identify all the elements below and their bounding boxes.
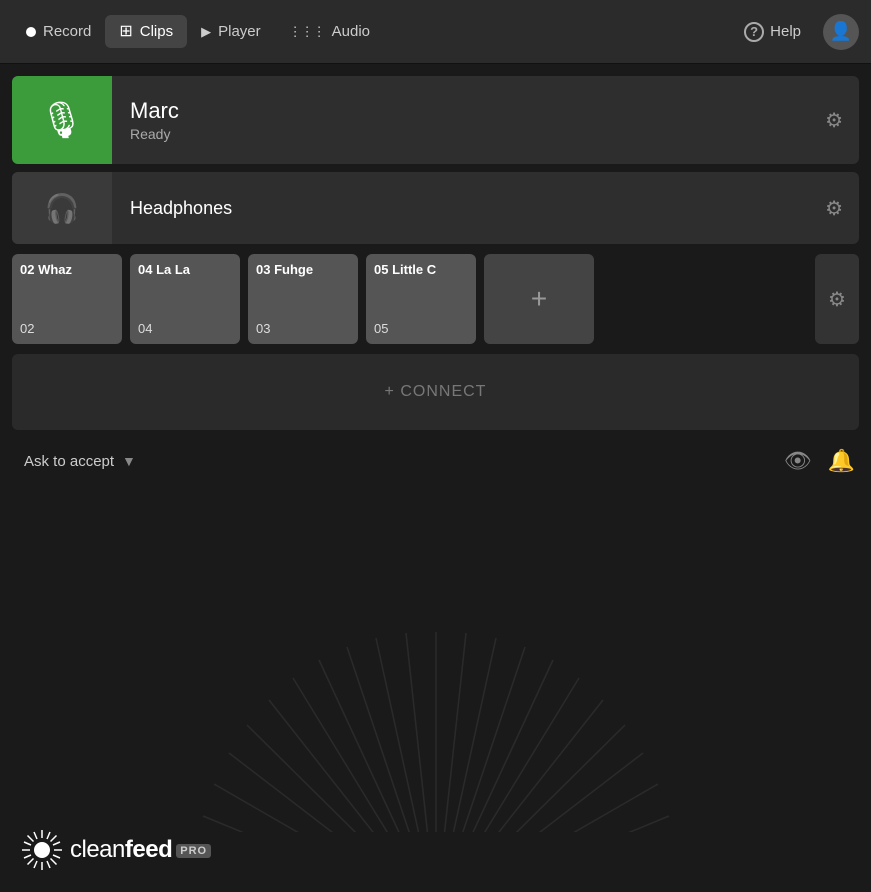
player-play-icon: ▶ bbox=[201, 24, 211, 40]
clip-title-2: 04 La La bbox=[138, 262, 232, 277]
nav-right: ? Help 👤 bbox=[730, 14, 859, 50]
help-button[interactable]: ? Help bbox=[730, 14, 815, 50]
help-circle-icon: ? bbox=[744, 22, 764, 42]
clip-sub-3: 03 bbox=[256, 321, 350, 336]
microphone-icon: 🎙 bbox=[39, 99, 85, 141]
footer-logo: cleanfeed PRO bbox=[20, 828, 211, 872]
ask-to-accept-dropdown[interactable]: Ask to accept ▼ bbox=[16, 449, 144, 474]
clips-grid-icon: ⊞ bbox=[119, 24, 132, 40]
connect-label: + CONNECT bbox=[385, 383, 487, 401]
nav-clips[interactable]: ⊞ Clips bbox=[105, 15, 187, 48]
mic-name: Marc bbox=[130, 98, 825, 124]
headphones-icon: 🎧 bbox=[45, 192, 80, 225]
nav-record[interactable]: Record bbox=[12, 15, 105, 48]
dropdown-chevron-icon: ▼ bbox=[122, 453, 136, 469]
record-dot-icon bbox=[26, 27, 36, 37]
mic-info: Marc Ready bbox=[112, 98, 825, 142]
logo-text: cleanfeed PRO bbox=[70, 836, 211, 864]
clip-sub-1: 02 bbox=[20, 321, 114, 336]
clip-card-3[interactable]: 03 Fuhge 03 bbox=[248, 254, 358, 344]
background-sunburst bbox=[0, 572, 871, 832]
headphones-section: 🎧 Headphones ⚙ bbox=[12, 172, 859, 244]
mic-settings-gear-icon[interactable]: ⚙ bbox=[825, 108, 843, 133]
top-nav: Record ⊞ Clips ▶ Player ⋮⋮⋮ Audio ? Help… bbox=[0, 0, 871, 64]
clips-settings-gear-icon[interactable]: ⚙ bbox=[815, 254, 859, 344]
logo-feed: feed bbox=[125, 836, 172, 863]
logo-clean: clean bbox=[70, 836, 125, 863]
nav-record-label: Record bbox=[43, 23, 91, 40]
nav-player-label: Player bbox=[218, 23, 261, 40]
headphones-name: Headphones bbox=[130, 198, 825, 219]
mic-button[interactable]: 🎙 bbox=[12, 76, 112, 164]
audio-wave-icon: ⋮⋮⋮ bbox=[289, 24, 325, 40]
help-label: Help bbox=[770, 23, 801, 40]
headphones-info: Headphones bbox=[112, 198, 825, 219]
notification-bell-icon[interactable]: 🔔 bbox=[828, 448, 855, 474]
headphones-button[interactable]: 🎧 bbox=[12, 172, 112, 244]
mic-status: Ready bbox=[130, 126, 825, 142]
clip-card-4[interactable]: 05 Little C 05 bbox=[366, 254, 476, 344]
logo-pro-badge: PRO bbox=[176, 844, 211, 858]
nav-audio[interactable]: ⋮⋮⋮ Audio bbox=[275, 15, 384, 48]
nav-audio-label: Audio bbox=[332, 23, 370, 40]
clip-card-2[interactable]: 04 La La 04 bbox=[130, 254, 240, 344]
accept-icon-group: 👁 🔔 bbox=[784, 448, 855, 474]
connect-section[interactable]: + CONNECT bbox=[12, 354, 859, 430]
accept-row: Ask to accept ▼ 👁 🔔 bbox=[12, 442, 859, 480]
clips-gear-icon: ⚙ bbox=[828, 287, 846, 312]
clip-title-1: 02 Whaz bbox=[20, 262, 114, 277]
cleanfeed-logo-icon bbox=[20, 828, 64, 872]
clip-title-4: 05 Little C bbox=[374, 262, 468, 277]
add-clip-button[interactable]: + bbox=[484, 254, 594, 344]
user-icon: 👤 bbox=[830, 21, 852, 42]
mic-section: 🎙 Marc Ready ⚙ bbox=[12, 76, 859, 164]
plus-icon: + bbox=[531, 283, 547, 315]
visibility-eye-icon[interactable]: 👁 bbox=[784, 448, 812, 474]
clip-title-3: 03 Fuhge bbox=[256, 262, 350, 277]
clip-card-1[interactable]: 02 Whaz 02 bbox=[12, 254, 122, 344]
nav-clips-label: Clips bbox=[140, 23, 173, 40]
accept-label: Ask to accept bbox=[24, 453, 114, 470]
clips-row: 02 Whaz 02 04 La La 04 03 Fuhge 03 05 Li… bbox=[12, 254, 859, 344]
user-avatar-button[interactable]: 👤 bbox=[823, 14, 859, 50]
headphones-settings-gear-icon[interactable]: ⚙ bbox=[825, 196, 843, 221]
clip-sub-2: 04 bbox=[138, 321, 232, 336]
clip-sub-4: 05 bbox=[374, 321, 468, 336]
nav-player[interactable]: ▶ Player bbox=[187, 15, 275, 48]
